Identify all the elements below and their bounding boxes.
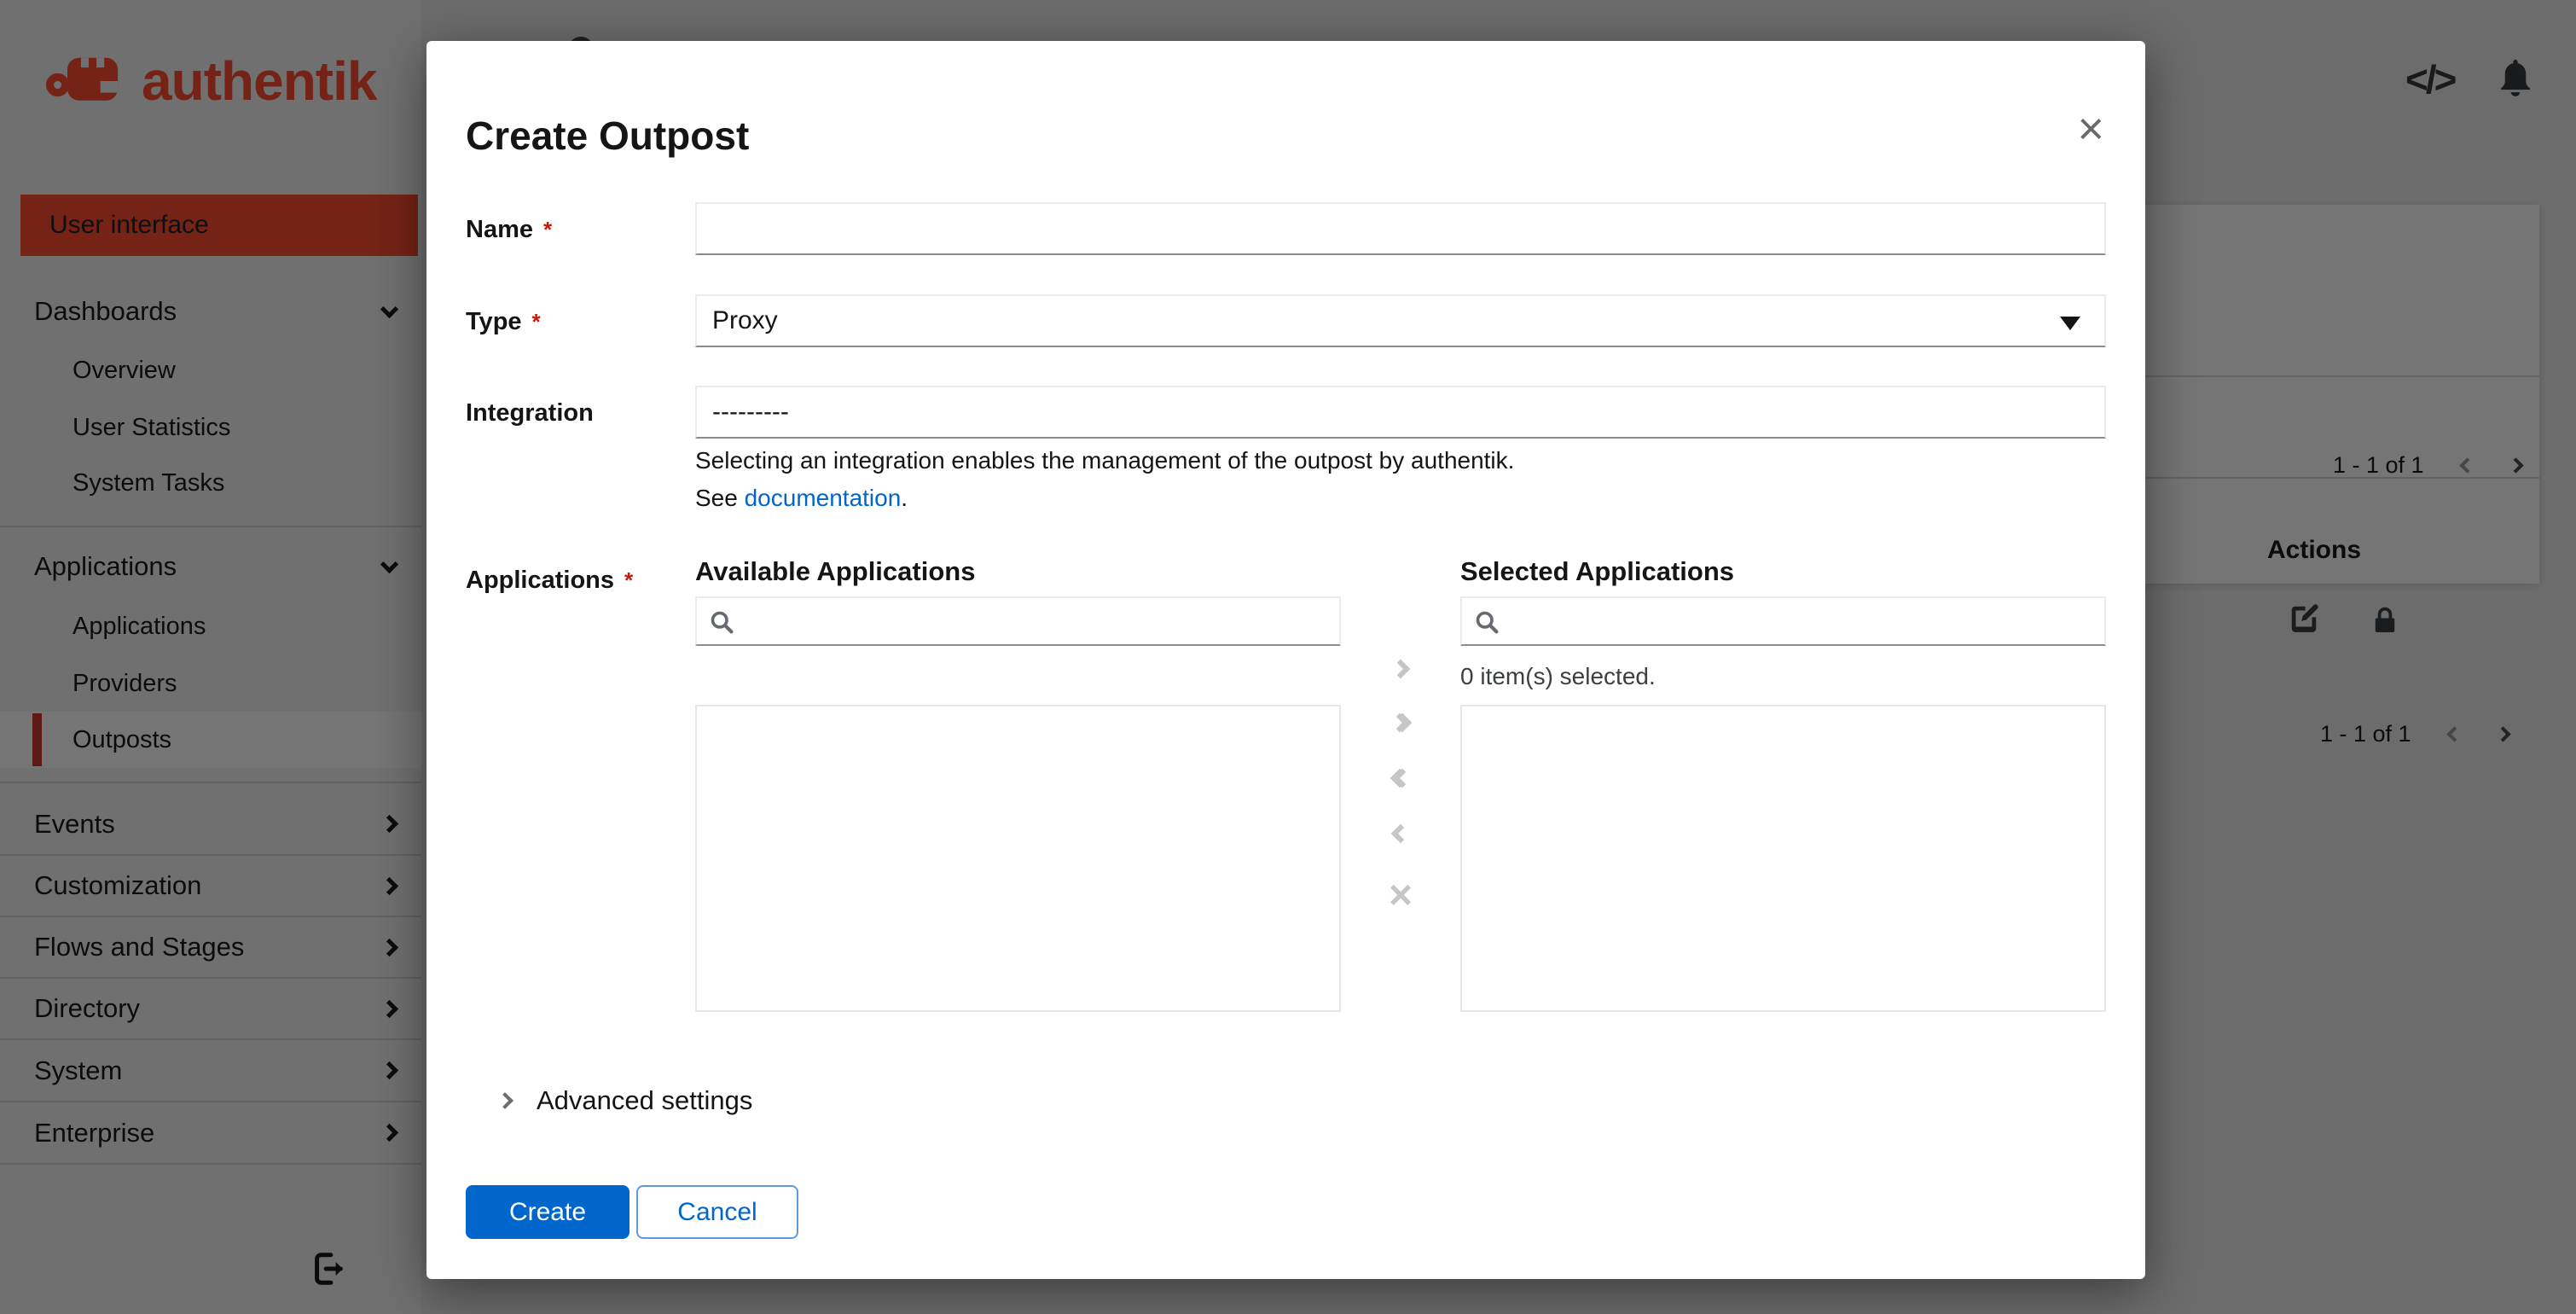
move-all-right-button[interactable] xyxy=(1341,712,1460,733)
double-chevron-left-icon xyxy=(1392,768,1412,788)
chevron-right-icon xyxy=(1390,659,1411,679)
selected-search xyxy=(1460,596,2106,646)
available-search xyxy=(695,596,1341,646)
required-marker: * xyxy=(624,567,634,593)
modal-footer: Create Cancel xyxy=(466,1185,798,1239)
app-root: authentik User interface Dashboards Over… xyxy=(0,0,2576,1314)
type-select[interactable]: Proxy xyxy=(695,294,2106,347)
cancel-button[interactable]: Cancel xyxy=(636,1185,798,1239)
close-icon[interactable]: × xyxy=(2077,106,2104,152)
integration-select-value: --------- xyxy=(712,398,789,426)
selected-applications-pane: Selected Applications 0 item(s) selected… xyxy=(1460,555,2106,1012)
name-label: Name * xyxy=(466,216,552,244)
help-text: . xyxy=(901,485,908,511)
selected-applications-title: Selected Applications xyxy=(1460,556,1734,586)
move-selected-left-button[interactable] xyxy=(1341,823,1460,844)
double-chevron-right-icon xyxy=(1392,712,1412,733)
available-applications-pane: Available Applications xyxy=(695,555,1341,1012)
integration-select[interactable]: --------- xyxy=(695,386,2106,439)
integration-help-line2: See documentation. xyxy=(695,485,908,512)
search-icon xyxy=(711,611,734,634)
move-all-left-button[interactable] xyxy=(1341,768,1460,788)
label-text: Name xyxy=(466,216,533,243)
type-label: Type * xyxy=(466,308,541,336)
label-text: Integration xyxy=(466,399,594,427)
required-marker: * xyxy=(531,309,541,334)
search-icon xyxy=(1476,611,1499,634)
available-applications-title: Available Applications xyxy=(695,556,976,586)
name-input[interactable] xyxy=(695,202,2106,255)
available-search-input[interactable] xyxy=(745,598,1333,644)
type-select-value: Proxy xyxy=(712,306,778,334)
integration-help-text: Selecting an integration enables the man… xyxy=(695,447,1515,474)
integration-label: Integration xyxy=(466,399,594,427)
label-text: Applications xyxy=(466,567,615,594)
form-row-type: Type * Proxy xyxy=(466,294,2106,347)
form-row-name: Name * xyxy=(466,202,2106,255)
form-row-applications: Applications * Available Applications × … xyxy=(466,555,2106,1012)
move-selected-right-button[interactable] xyxy=(1341,659,1460,679)
help-text: See xyxy=(695,485,745,511)
chevron-left-icon xyxy=(1390,823,1411,844)
chevron-right-icon xyxy=(496,1092,513,1109)
remove-selection-button[interactable]: × xyxy=(1341,873,1460,918)
remove-icon: × xyxy=(1388,873,1413,918)
form-row-integration: Integration --------- xyxy=(466,386,2106,439)
advanced-settings-toggle[interactable]: Advanced settings xyxy=(496,1084,753,1118)
modal-title: Create Outpost xyxy=(466,113,750,158)
available-applications-list[interactable] xyxy=(695,705,1341,1012)
create-outpost-modal: Create Outpost × Name * Type * Proxy Int… xyxy=(426,41,2145,1279)
selected-search-input[interactable] xyxy=(1510,598,2098,644)
selected-count: 0 item(s) selected. xyxy=(1460,663,1656,689)
create-button[interactable]: Create xyxy=(466,1185,629,1239)
caret-down-icon xyxy=(2060,317,2080,330)
label-text: Type xyxy=(466,308,522,335)
applications-label: Applications * xyxy=(466,567,633,595)
advanced-settings-label: Advanced settings xyxy=(537,1085,753,1115)
required-marker: * xyxy=(543,217,553,242)
selected-applications-list[interactable] xyxy=(1460,705,2106,1012)
transfer-controls: × xyxy=(1341,555,1460,1012)
documentation-link[interactable]: documentation xyxy=(745,485,902,511)
